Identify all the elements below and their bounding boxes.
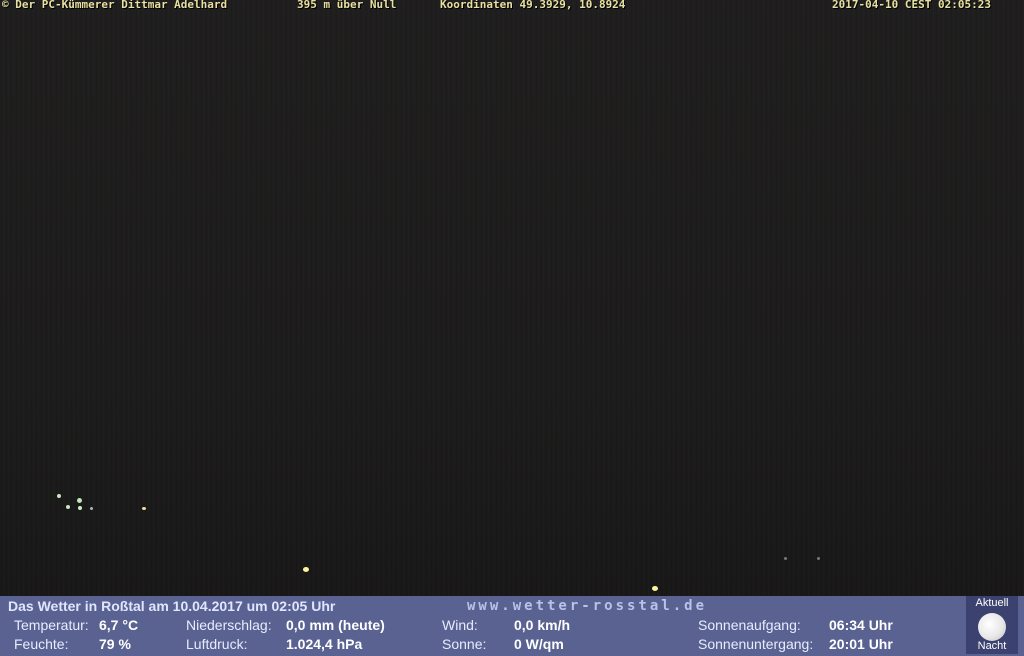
light-dot [303,567,309,572]
coordinates-text: Koordinaten 49.3929, 10.8924 [440,0,626,11]
light-dot [66,505,70,509]
pressure-label: Luftdruck: [186,636,248,652]
moon-night-label: Nacht [977,640,1007,652]
sunset-value: 20:01 Uhr [829,636,893,652]
moon-current-label: Aktuell [975,597,1009,609]
moon-icon [978,613,1006,641]
pressure-value: 1.024,4 hPa [286,636,363,652]
sunset-label: Sonnenuntergang: [698,636,814,652]
altitude-text: 395 m über Null [297,0,397,11]
precipitation-value: 0,0 mm (heute) [286,617,385,633]
credit-text: © Der PC-Kümmerer Dittmar Adelhard [2,0,228,11]
precipitation-label: Niederschlag: [186,617,272,633]
website-link[interactable]: www.wetter-rosstal.de [467,598,707,614]
light-dot [57,494,61,498]
moon-phase-box: Aktuell Nacht [966,596,1018,654]
temperature-label: Temperatur: [14,617,89,633]
weather-info-bar: Das Wetter in Roßtal am 10.04.2017 um 02… [0,596,1024,656]
light-dot [142,507,146,510]
sunrise-value: 06:34 Uhr [829,617,893,633]
sun-value: 0 W/qm [514,636,564,652]
webcam-overlay-text: © Der PC-Kümmerer Dittmar Adelhard 395 m… [0,0,1024,12]
light-dot [784,557,787,560]
light-dot [77,498,82,503]
humidity-value: 79 % [99,636,131,652]
sun-label: Sonne: [442,636,487,652]
light-dot [78,506,82,510]
light-dot [90,507,93,510]
sunrise-label: Sonnenaufgang: [698,617,801,633]
humidity-label: Feuchte: [14,636,69,652]
light-dot [817,557,820,560]
light-dot [652,586,658,591]
wind-value: 0,0 km/h [514,617,571,633]
wind-label: Wind: [442,617,478,633]
temperature-value: 6,7 °C [99,617,139,633]
webcam-image: © Der PC-Kümmerer Dittmar Adelhard 395 m… [0,0,1024,656]
timestamp-text: 2017-04-10 CEST 02:05:23 [832,0,991,11]
weather-title: Das Wetter in Roßtal am 10.04.2017 um 02… [8,598,336,614]
